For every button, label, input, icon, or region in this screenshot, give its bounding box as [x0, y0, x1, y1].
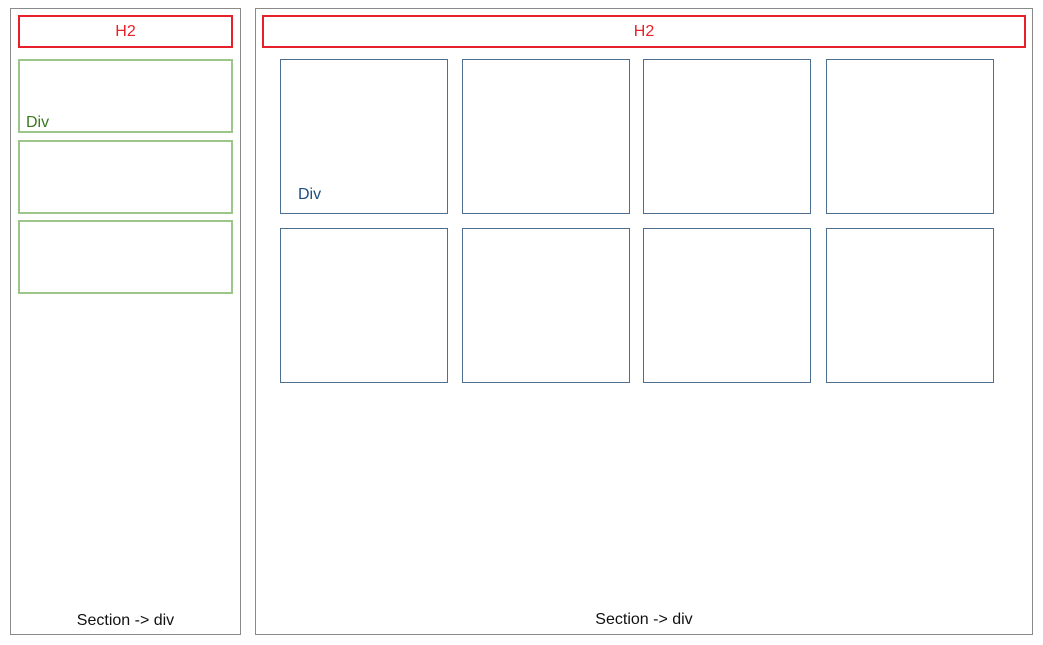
right-heading-label: H2: [633, 22, 655, 40]
grid-div-label: Div: [298, 186, 322, 203]
sidebar-div-2: [18, 140, 233, 214]
sidebar-div-label: Div: [26, 114, 50, 131]
sidebar-div-1: Div: [18, 59, 233, 133]
grid-div-r2-c2: [462, 228, 630, 383]
grid-div-r1-c2: [462, 59, 630, 214]
grid-div-r1-c4: [826, 59, 994, 214]
sidebar-div-3: [18, 220, 233, 294]
grid-div-r1-c3: [643, 59, 811, 214]
left-heading-label: H2: [115, 22, 136, 40]
right-section: H2 Div Section -> div: [255, 8, 1033, 635]
left-heading-box: H2: [18, 15, 233, 48]
right-section-caption: Section -> div: [595, 611, 693, 628]
grid-div-r1-c1: Div: [280, 59, 448, 214]
grid-div-r2-c1: [280, 228, 448, 383]
wireframe-canvas: H2 Div Section -> div H2 Div Section -> …: [0, 0, 1043, 645]
left-section-caption: Section -> div: [76, 612, 175, 629]
right-heading-box: H2: [262, 15, 1026, 48]
grid-div-r2-c3: [643, 228, 811, 383]
left-section: H2 Div Section -> div: [10, 8, 241, 635]
grid-div-r2-c4: [826, 228, 994, 383]
